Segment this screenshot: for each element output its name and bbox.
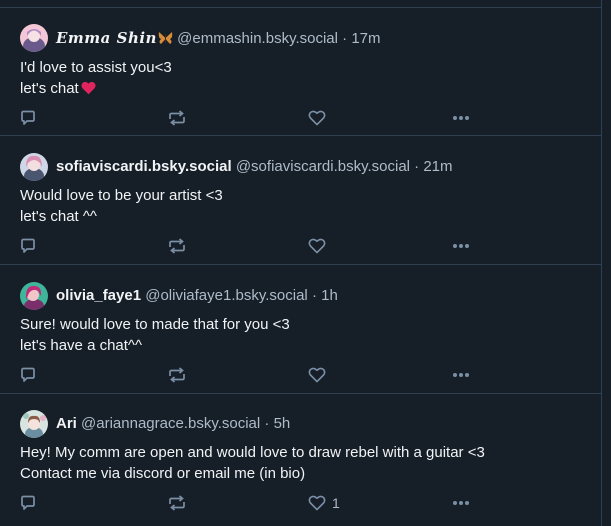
- like-button[interactable]: [308, 366, 332, 384]
- post[interactable]: olivia_faye1 @oliviafaye1.bsky.social · …: [0, 264, 602, 393]
- heart-outline-icon: [308, 238, 326, 254]
- repost-arrows-icon: [167, 238, 187, 254]
- handle[interactable]: @oliviafaye1.bsky.social: [145, 287, 308, 304]
- more-options-button[interactable]: [452, 237, 470, 255]
- heart-outline-icon: [308, 367, 326, 383]
- like-count: 1: [332, 495, 340, 511]
- post-line: Sure! would love to made that for you <3: [20, 316, 290, 333]
- repost-arrows-icon: [167, 495, 187, 511]
- avatar[interactable]: [20, 153, 48, 181]
- post-text: Hey! My comm are open and would love to …: [20, 442, 485, 484]
- display-name[interactable]: 𝑬𝒎𝒎𝒂 𝑺𝒉𝒊𝒏: [56, 29, 157, 47]
- reply-button[interactable]: [20, 109, 36, 127]
- avatar[interactable]: [20, 282, 48, 310]
- ellipsis-icon: [452, 500, 470, 506]
- post-actions: [20, 109, 480, 127]
- repost-button[interactable]: [167, 109, 187, 127]
- heart-outline-icon: [308, 110, 326, 126]
- post-text: I'd love to assist you<3 let's chat: [20, 57, 172, 101]
- post-actions: [20, 366, 480, 384]
- avatar[interactable]: [20, 410, 48, 438]
- repost-button[interactable]: [167, 494, 187, 512]
- speech-bubble-icon: [20, 238, 36, 254]
- butterfly-emoji-icon: [158, 31, 173, 51]
- separator: ·: [264, 415, 270, 432]
- more-options-button[interactable]: [452, 109, 470, 127]
- avatar[interactable]: [20, 24, 48, 52]
- more-options-button[interactable]: [452, 366, 470, 384]
- reply-button[interactable]: [20, 494, 36, 512]
- post-header: 𝑬𝒎𝒎𝒂 𝑺𝒉𝒊𝒏 @emmashin.bsky.social · 17m: [56, 28, 381, 51]
- like-button[interactable]: [308, 237, 332, 255]
- ellipsis-icon: [452, 372, 470, 378]
- post-line: Would love to be your artist <3: [20, 187, 223, 204]
- repost-button[interactable]: [167, 237, 187, 255]
- post-text: Would love to be your artist <3 let's ch…: [20, 185, 223, 227]
- handle[interactable]: @ariannagrace.bsky.social: [81, 415, 260, 432]
- repost-arrows-icon: [167, 367, 187, 383]
- repost-arrows-icon: [167, 110, 187, 126]
- timestamp[interactable]: 17m: [351, 30, 380, 47]
- post-header: sofiaviscardi.bsky.social @sofiaviscardi…: [56, 157, 453, 177]
- post[interactable]: 𝑬𝒎𝒎𝒂 𝑺𝒉𝒊𝒏 @emmashin.bsky.social · 17m I'…: [0, 7, 602, 135]
- post[interactable]: Ari @ariannagrace.bsky.social · 5h Hey! …: [0, 393, 602, 526]
- handle[interactable]: @sofiaviscardi.bsky.social: [236, 158, 410, 175]
- ellipsis-icon: [452, 243, 470, 249]
- separator: ·: [414, 158, 420, 175]
- timestamp[interactable]: 1h: [321, 287, 338, 304]
- red-heart-emoji-icon: [81, 80, 96, 101]
- ellipsis-icon: [452, 115, 470, 121]
- post-line: Contact me via discord or email me (in b…: [20, 465, 306, 482]
- display-name[interactable]: sofiaviscardi.bsky.social: [56, 158, 232, 175]
- post[interactable]: sofiaviscardi.bsky.social @sofiaviscardi…: [0, 135, 602, 264]
- timestamp[interactable]: 5h: [274, 415, 291, 432]
- display-name[interactable]: Ari: [56, 415, 77, 432]
- separator: ·: [342, 30, 348, 47]
- post-text: Sure! would love to made that for you <3…: [20, 314, 290, 356]
- like-button[interactable]: 1: [308, 494, 340, 512]
- handle[interactable]: @emmashin.bsky.social: [177, 30, 338, 47]
- reply-button[interactable]: [20, 366, 36, 384]
- heart-outline-icon: [308, 495, 326, 511]
- post-line: let's chat: [20, 80, 79, 97]
- speech-bubble-icon: [20, 367, 36, 383]
- speech-bubble-icon: [20, 110, 36, 126]
- post-header: Ari @ariannagrace.bsky.social · 5h: [56, 414, 290, 434]
- post-line: Hey! My comm are open and would love to …: [20, 444, 485, 461]
- repost-button[interactable]: [167, 366, 187, 384]
- post-line: let's chat ^^: [20, 208, 97, 225]
- post-actions: [20, 237, 480, 255]
- reply-button[interactable]: [20, 237, 36, 255]
- like-button[interactable]: [308, 109, 332, 127]
- post-actions: 1: [20, 494, 480, 512]
- post-line: let's have a chat^^: [20, 337, 143, 354]
- feed: 𝑬𝒎𝒎𝒂 𝑺𝒉𝒊𝒏 @emmashin.bsky.social · 17m I'…: [0, 0, 602, 526]
- display-name[interactable]: olivia_faye1: [56, 287, 141, 304]
- post-header: olivia_faye1 @oliviafaye1.bsky.social · …: [56, 286, 338, 306]
- post-line: I'd love to assist you<3: [20, 59, 172, 76]
- speech-bubble-icon: [20, 495, 36, 511]
- separator: ·: [311, 287, 317, 304]
- timestamp[interactable]: 21m: [423, 158, 452, 175]
- more-options-button[interactable]: [452, 494, 470, 512]
- post-line-wrap: let's chat: [20, 78, 172, 101]
